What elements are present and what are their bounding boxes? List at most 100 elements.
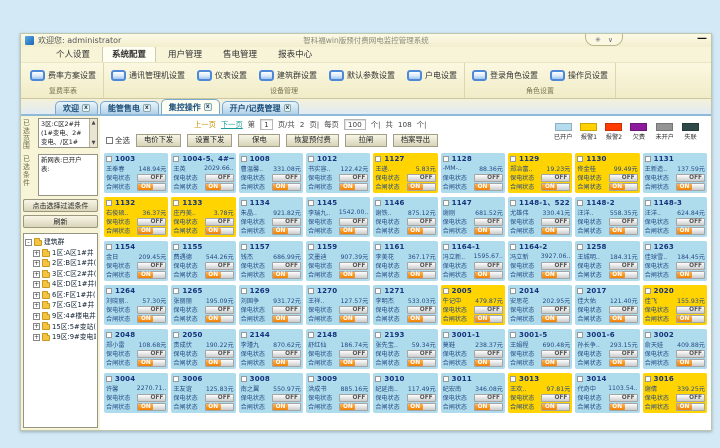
meter-card[interactable]: 1161 李美花 367.17元 保电状态 OFF 合闸状态 ON bbox=[373, 241, 437, 281]
meter-card[interactable]: 1128 -MM-.. 88.36元 保电状态 OFF 合闸状态 ON bbox=[441, 153, 505, 193]
card-checkbox[interactable] bbox=[375, 332, 381, 338]
meter-card[interactable]: 1265 张丽丽 195.09元 保电状态 OFF 合闸状态 ON bbox=[171, 285, 235, 325]
card-checkbox[interactable] bbox=[173, 332, 179, 338]
ribbon-button[interactable]: 通讯管理机设置 bbox=[109, 69, 187, 82]
switch-status-toggle[interactable]: ON bbox=[272, 271, 301, 279]
close-icon[interactable]: x bbox=[284, 104, 292, 112]
switch-status-toggle[interactable]: ON bbox=[339, 359, 368, 367]
card-checkbox[interactable] bbox=[443, 288, 449, 294]
switch-status-toggle[interactable]: ON bbox=[474, 227, 503, 235]
switch-status-toggle[interactable]: ON bbox=[137, 227, 166, 235]
card-checkbox[interactable] bbox=[443, 376, 449, 382]
close-icon[interactable]: x bbox=[82, 104, 90, 112]
chevron-down-icon[interactable]: ∨ bbox=[608, 36, 613, 44]
meter-card[interactable]: 1164-1 冯立新.. 1595.67.. 保电状态 OFF 合闸状态 ON bbox=[441, 241, 505, 281]
switch-status-toggle[interactable]: ON bbox=[676, 359, 705, 367]
action-button[interactable]: 设置下发 bbox=[187, 134, 232, 147]
meter-card[interactable]: 3001-5 王娟程 690.48元 保电状态 OFF 合闸状态 ON bbox=[508, 329, 572, 369]
action-button[interactable]: 拉闸 bbox=[345, 134, 387, 147]
meter-card[interactable]: 3010 纪延南.. 117.49元 保电状态 OFF 合闸状态 ON bbox=[373, 373, 437, 413]
meter-card[interactable]: 3016 谢倩 339.25元 保电状态 OFF 合闸状态 ON bbox=[643, 373, 707, 413]
switch-status-toggle[interactable]: ON bbox=[339, 403, 368, 411]
card-checkbox[interactable] bbox=[173, 156, 179, 162]
page-number-input[interactable]: 1 bbox=[260, 119, 273, 130]
tree-item[interactable]: + 6区:F区1#井(F区 bbox=[25, 290, 96, 301]
power-protect-toggle[interactable]: OFF bbox=[407, 174, 436, 182]
action-button[interactable]: 档案导出 bbox=[393, 134, 438, 147]
action-button[interactable]: 保电 bbox=[238, 134, 280, 147]
document-tab[interactable]: 欢迎 x bbox=[55, 101, 98, 114]
power-protect-toggle[interactable]: OFF bbox=[407, 394, 436, 402]
power-protect-toggle[interactable]: OFF bbox=[541, 262, 570, 270]
meter-card[interactable]: 2020 佳飞 155.93元 保电状态 OFF 合闸状态 ON bbox=[643, 285, 707, 325]
power-protect-toggle[interactable]: OFF bbox=[205, 262, 234, 270]
ribbon-button[interactable]: 登录角色设置 bbox=[470, 69, 540, 82]
switch-status-toggle[interactable]: ON bbox=[205, 271, 234, 279]
meter-card[interactable]: 1154 金日 209.45元 保电状态 OFF 合闸状态 ON bbox=[104, 241, 168, 281]
switch-status-toggle[interactable]: ON bbox=[339, 227, 368, 235]
choose-filter-button[interactable]: 点击选择过滤条件 bbox=[23, 199, 98, 212]
meter-card[interactable]: 1157 钱杰 686.99元 保电状态 OFF 合闸状态 ON bbox=[239, 241, 303, 281]
switch-status-toggle[interactable]: ON bbox=[407, 271, 436, 279]
power-protect-toggle[interactable]: OFF bbox=[137, 306, 166, 314]
switch-status-toggle[interactable]: ON bbox=[541, 271, 570, 279]
switch-status-toggle[interactable]: ON bbox=[205, 403, 234, 411]
expand-icon[interactable]: + bbox=[33, 292, 40, 299]
meter-card[interactable]: 1012 书实容.. 122.42元 保电状态 OFF 合闸状态 ON bbox=[306, 153, 370, 193]
expand-icon[interactable]: + bbox=[33, 260, 40, 267]
selected-condition-box[interactable]: 新网表:已开户表: bbox=[38, 154, 98, 196]
meter-card[interactable]: 3009 洪成书 885.16元 保电状态 OFF 合闸状态 ON bbox=[306, 373, 370, 413]
power-protect-toggle[interactable]: OFF bbox=[205, 174, 234, 182]
meter-card[interactable]: 2193 张先宝.. 59.34元 保电状态 OFF 合闸状态 ON bbox=[373, 329, 437, 369]
meter-card[interactable]: 1147 谢刚 681.52元 保电状态 OFF 合闸状态 ON bbox=[441, 197, 505, 237]
meter-card[interactable]: 1132 右俊硕.. 36.37元 保电状态 OFF 合闸状态 ON bbox=[104, 197, 168, 237]
scroll-up-icon[interactable]: ▲ bbox=[92, 120, 96, 126]
switch-status-toggle[interactable]: ON bbox=[272, 227, 301, 235]
power-protect-toggle[interactable]: OFF bbox=[541, 218, 570, 226]
power-protect-toggle[interactable]: OFF bbox=[609, 306, 638, 314]
meter-card[interactable]: 3006 王友谊 125.83元 保电状态 OFF 合闸状态 ON bbox=[171, 373, 235, 413]
select-all-checkbox[interactable] bbox=[106, 137, 113, 144]
tree-root[interactable]: - 建筑群 bbox=[25, 237, 96, 248]
card-checkbox[interactable] bbox=[106, 200, 112, 206]
card-checkbox[interactable] bbox=[173, 376, 179, 382]
meter-card[interactable]: 1271 李明杰 533.03元 保电状态 OFF 合闸状态 ON bbox=[373, 285, 437, 325]
switch-status-toggle[interactable]: ON bbox=[137, 359, 166, 367]
card-checkbox[interactable] bbox=[443, 200, 449, 206]
meter-card[interactable]: 3001-1 莫鞋 238.37元 保电状态 OFF 合闸状态 ON bbox=[441, 329, 505, 369]
meter-card[interactable]: 1146 谢铁.. 875.12元 保电状态 OFF 合闸状态 ON bbox=[373, 197, 437, 237]
card-checkbox[interactable] bbox=[577, 288, 583, 294]
meter-card[interactable]: 1133 庄丹美.. 3.78元 保电状态 OFF 合闸状态 ON bbox=[171, 197, 235, 237]
power-protect-toggle[interactable]: OFF bbox=[407, 350, 436, 358]
minimize-button[interactable]: — bbox=[697, 33, 707, 44]
power-protect-toggle[interactable]: OFF bbox=[137, 174, 166, 182]
switch-status-toggle[interactable]: ON bbox=[474, 315, 503, 323]
switch-status-toggle[interactable]: ON bbox=[339, 183, 368, 191]
tree-item[interactable]: + 3区:C区2#井(1# bbox=[25, 269, 96, 280]
meter-card[interactable]: 1003 王奉春 148.94元 保电状态 OFF 合闸状态 ON bbox=[104, 153, 168, 193]
power-protect-toggle[interactable]: OFF bbox=[676, 306, 705, 314]
card-checkbox[interactable] bbox=[510, 376, 516, 382]
meter-card[interactable]: 2005 牛记中 479.87元 保电状态 OFF 合闸状态 ON bbox=[441, 285, 505, 325]
meter-card[interactable]: 1269 刘国争 931.72元 保电状态 OFF 合闸状态 ON bbox=[239, 285, 303, 325]
tree-item[interactable]: + 9区:4#楼电井(4# bbox=[25, 311, 96, 322]
ribbon-button[interactable]: 操作员设置 bbox=[548, 69, 610, 82]
tree-item[interactable]: + 15区:5#变站(3# bbox=[25, 322, 96, 333]
meter-card[interactable]: 2144 李瑾九 870.62元 保电状态 OFF 合闸状态 ON bbox=[239, 329, 303, 369]
card-checkbox[interactable] bbox=[241, 288, 247, 294]
document-tab[interactable]: 开户/记费管理 x bbox=[222, 101, 300, 114]
switch-status-toggle[interactable]: ON bbox=[609, 403, 638, 411]
switch-status-toggle[interactable]: ON bbox=[609, 271, 638, 279]
power-protect-toggle[interactable]: OFF bbox=[407, 218, 436, 226]
meter-card[interactable]: 3002 俞天娃 409.88元 保电状态 OFF 合闸状态 ON bbox=[643, 329, 707, 369]
card-checkbox[interactable] bbox=[577, 376, 583, 382]
listbox-scrollbar[interactable]: ▲ ▼ bbox=[89, 119, 97, 147]
card-checkbox[interactable] bbox=[308, 376, 314, 382]
switch-status-toggle[interactable]: ON bbox=[609, 183, 638, 191]
meter-card[interactable]: 2050 贵成伏 190.22元 保电状态 OFF 合闸状态 ON bbox=[171, 329, 235, 369]
meter-card[interactable]: 1164-2 冯立新 3927.06.. 保电状态 OFF 合闸状态 ON bbox=[508, 241, 572, 281]
card-checkbox[interactable] bbox=[645, 244, 651, 250]
switch-status-toggle[interactable]: ON bbox=[205, 359, 234, 367]
switch-status-toggle[interactable]: ON bbox=[474, 403, 503, 411]
power-protect-toggle[interactable]: OFF bbox=[272, 394, 301, 402]
